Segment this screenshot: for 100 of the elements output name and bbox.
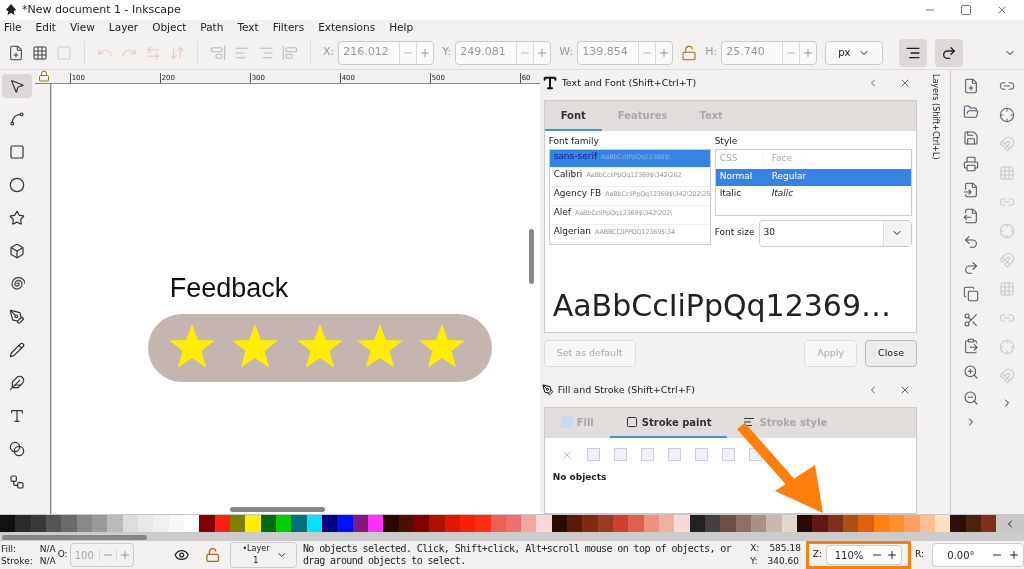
- close-icon[interactable]: [899, 384, 911, 396]
- deselect-icon[interactable]: [56, 44, 72, 61]
- paint-type-icon[interactable]: [667, 448, 681, 461]
- menu-item[interactable]: Filters: [272, 20, 305, 36]
- color-swatch[interactable]: [613, 515, 629, 532]
- color-swatch[interactable]: [429, 515, 445, 532]
- lock-icon[interactable]: [205, 547, 221, 563]
- tab[interactable]: Stroke paint: [609, 408, 728, 438]
- color-swatch[interactable]: [107, 515, 123, 532]
- maximize-icon[interactable]: [960, 4, 972, 16]
- color-swatch[interactable]: [291, 515, 307, 532]
- pointer-icon[interactable]: [9, 78, 26, 94]
- paint-type-icon[interactable]: [586, 448, 600, 461]
- zoom-out-icon[interactable]: [962, 390, 979, 406]
- menu-item[interactable]: Layer: [108, 20, 139, 36]
- transform-toggle-button[interactable]: [899, 38, 928, 67]
- menu-item[interactable]: Text: [237, 20, 259, 36]
- color-swatch[interactable]: [536, 515, 552, 532]
- style-row[interactable]: Italic Italic: [715, 185, 911, 203]
- paint-type-icon[interactable]: [640, 448, 654, 461]
- spiral-icon[interactable]: [9, 276, 26, 292]
- snap-icon[interactable]: [999, 107, 1016, 123]
- rotation-field[interactable]: 0.00°: [931, 543, 1024, 567]
- color-swatch[interactable]: [567, 515, 583, 532]
- transform-toggle-button[interactable]: [935, 38, 964, 67]
- zoom-in-icon[interactable]: [962, 364, 979, 380]
- paint-type-icon[interactable]: [613, 448, 627, 461]
- color-swatch[interactable]: [705, 515, 721, 532]
- scissors-icon[interactable]: [962, 312, 979, 328]
- color-swatch[interactable]: [766, 515, 782, 532]
- scrollbar-thumb[interactable]: [2, 534, 147, 540]
- tab[interactable]: Font: [544, 101, 602, 131]
- lock-icon[interactable]: [681, 44, 698, 61]
- color-swatch[interactable]: [153, 515, 169, 532]
- color-swatch[interactable]: [812, 515, 828, 532]
- color-swatch[interactable]: [935, 515, 951, 532]
- eye-icon[interactable]: [173, 547, 189, 563]
- color-swatch[interactable]: [383, 515, 399, 532]
- text-tool-icon[interactable]: [9, 408, 26, 424]
- color-swatch[interactable]: [858, 515, 874, 532]
- color-swatch[interactable]: [475, 515, 491, 532]
- pen-icon[interactable]: [9, 309, 26, 325]
- color-swatch[interactable]: [659, 515, 675, 532]
- layers-tab[interactable]: Layers (Shift+Ctrl+L): [929, 74, 942, 160]
- close-icon[interactable]: [996, 4, 1008, 16]
- raise-to-top-icon[interactable]: [282, 44, 298, 61]
- color-swatch[interactable]: [981, 515, 997, 532]
- import-icon[interactable]: [962, 182, 979, 198]
- menu-item[interactable]: Edit: [35, 20, 56, 36]
- color-swatch[interactable]: [751, 515, 767, 532]
- menu-item[interactable]: Extensions: [318, 20, 376, 36]
- color-swatch[interactable]: [904, 515, 920, 532]
- dialog-button[interactable]: Close: [865, 339, 917, 367]
- color-swatch[interactable]: [15, 515, 31, 532]
- scrollbar-thumb[interactable]: [528, 229, 534, 284]
- square-icon[interactable]: [9, 144, 26, 160]
- menu-item[interactable]: Help: [389, 20, 414, 36]
- paint-type-icon[interactable]: [721, 448, 735, 461]
- document-icon[interactable]: [8, 44, 24, 61]
- new-document-icon[interactable]: [962, 78, 979, 94]
- color-swatch[interactable]: [337, 515, 353, 532]
- font-size-combo[interactable]: 30: [758, 219, 912, 247]
- clipboard-icon[interactable]: [962, 338, 979, 354]
- color-swatch[interactable]: [521, 515, 537, 532]
- paint-type-icon[interactable]: [694, 448, 708, 461]
- style-row[interactable]: Normal Regular: [715, 168, 911, 186]
- plus-icon[interactable]: [1007, 549, 1020, 561]
- connector-icon[interactable]: [9, 474, 26, 490]
- redo-icon[interactable]: [962, 260, 979, 276]
- flip-vertical-icon[interactable]: [169, 44, 185, 61]
- color-swatch[interactable]: [843, 515, 859, 532]
- color-swatch[interactable]: [950, 515, 966, 532]
- copy-icon[interactable]: [962, 286, 979, 302]
- undo-icon[interactable]: [962, 234, 979, 250]
- pencil-icon[interactable]: [9, 342, 26, 358]
- folder-icon[interactable]: [962, 104, 979, 120]
- zoom-field[interactable]: 110%: [826, 545, 902, 565]
- color-swatch[interactable]: [720, 515, 736, 532]
- star-icon[interactable]: [9, 210, 26, 226]
- node-icon[interactable]: [9, 111, 26, 127]
- cube-icon[interactable]: [9, 243, 26, 259]
- color-swatch[interactable]: [889, 515, 905, 532]
- color-swatch[interactable]: [582, 515, 598, 532]
- color-swatch[interactable]: [628, 515, 644, 532]
- lock-icon[interactable]: [37, 70, 50, 82]
- close-icon[interactable]: [899, 77, 911, 89]
- color-swatch[interactable]: [0, 515, 16, 532]
- feather-icon[interactable]: [9, 375, 26, 391]
- unit-dropdown[interactable]: px: [825, 40, 884, 65]
- scrollbar-thumb[interactable]: [229, 507, 325, 512]
- menu-item[interactable]: File: [4, 20, 22, 36]
- canvas[interactable]: Feedback: [50, 84, 540, 514]
- menu-item[interactable]: View: [69, 20, 95, 36]
- color-swatch[interactable]: [199, 515, 215, 532]
- lower-to-bottom-icon[interactable]: [210, 44, 226, 61]
- printer-icon[interactable]: [962, 156, 979, 172]
- circle-icon[interactable]: [9, 177, 26, 193]
- menu-item[interactable]: Path: [200, 20, 224, 36]
- color-swatch[interactable]: [797, 515, 813, 532]
- save-icon[interactable]: [962, 130, 979, 146]
